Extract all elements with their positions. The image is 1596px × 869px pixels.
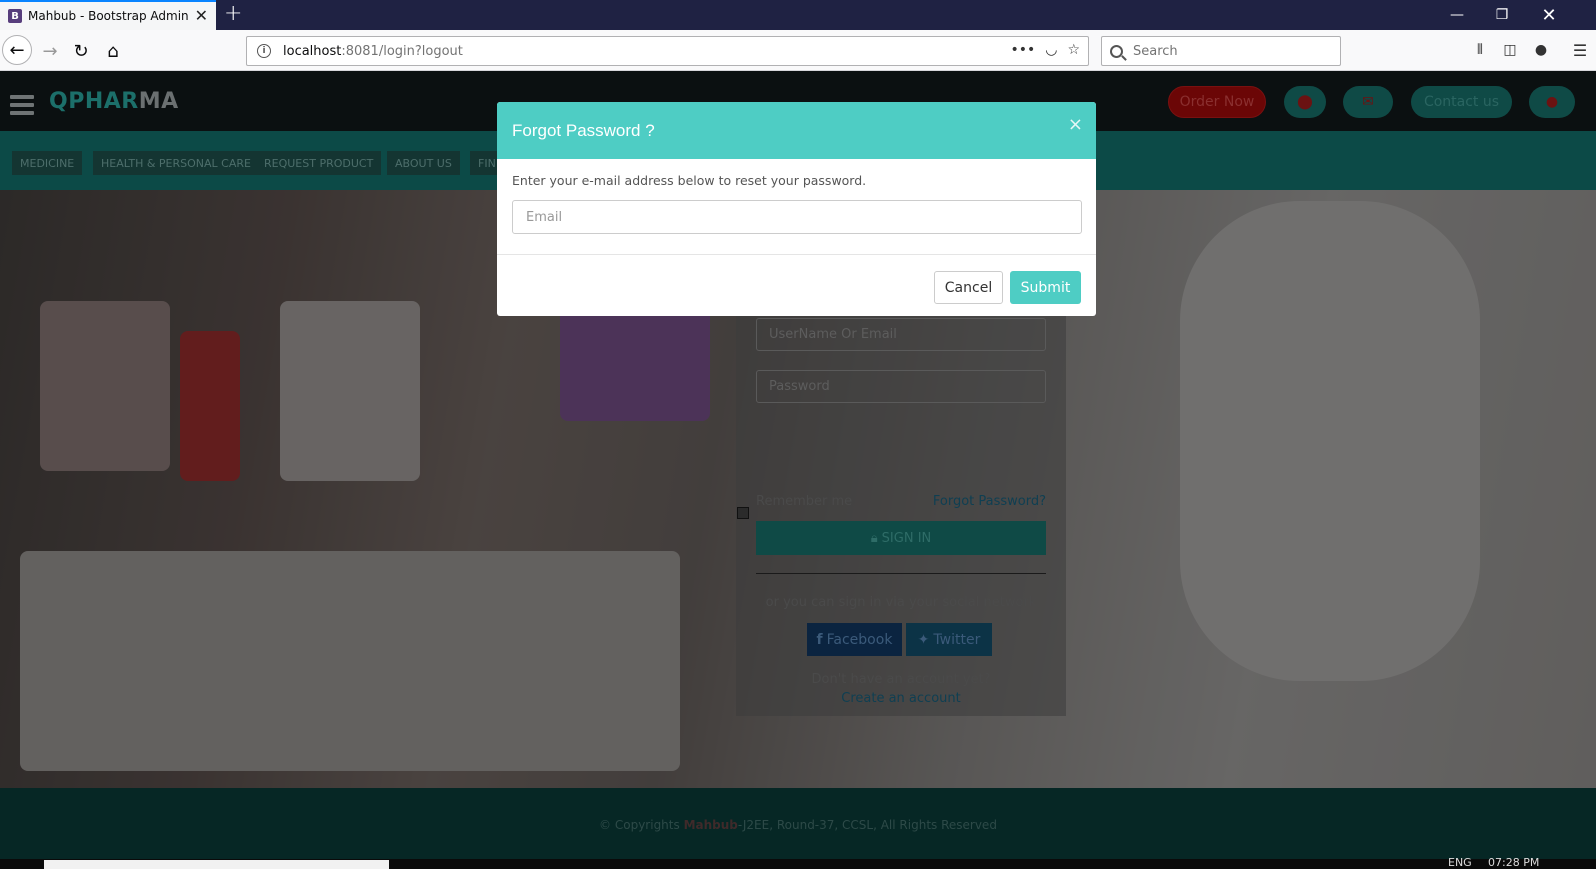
contact-us-button[interactable]: Contact us [1411,86,1512,118]
logo-part-2: MA [138,89,179,114]
close-icon[interactable]: × [1068,116,1083,134]
tab-title: Mahbub - Bootstrap Admin Template [28,9,190,23]
logo-part-1: QPHAR [49,89,139,114]
url-text[interactable]: localhost:8081/login?logout [283,44,463,59]
browser-navbar: ← → ↻ ⌂ i localhost:8081/login?logout ••… [0,30,1596,71]
url-path: :8081/login?logout [341,43,463,59]
footer-copyright: © Copyrights Mahbub-J2EE, Round-37, CCSL… [0,818,1596,832]
cancel-button[interactable]: Cancel [934,271,1003,304]
modal-footer: Cancel Submit [497,255,1096,316]
no-account-text: Don't have an account yet? [811,672,991,687]
footer-suffix: -J2EE, Round-37, CCSL, All Rights Reserv… [737,818,997,832]
footer-author: Mahbub [683,818,738,832]
reload-icon[interactable]: ↻ [67,37,95,65]
menu-icon[interactable]: ☰ [1569,40,1591,60]
forgot-password-modal: Forgot Password ? × Enter your e-mail ad… [497,102,1096,316]
taskbar-search-box[interactable] [44,860,389,869]
username-field[interactable]: UserName Or Email [756,318,1046,351]
search-icon [1110,44,1123,58]
os-taskbar: ENG 07:28 PM [0,856,1596,869]
remember-me-label: Remember me [756,494,853,509]
remember-me-checkbox[interactable] [737,507,749,519]
modal-message: Enter your e-mail address below to reset… [512,173,867,188]
modal-title: Forgot Password ? [512,120,655,140]
location-pin-icon[interactable]: ⬤ [1284,86,1326,118]
footer-prefix: © Copyrights [599,818,684,832]
menu-item-about-us[interactable]: ABOUT US [387,151,460,175]
site-footer: © Copyrights Mahbub-J2EE, Round-37, CCSL… [0,788,1596,859]
menu-item-health-personal-care[interactable]: HEALTH & PERSONAL CARE [93,151,259,175]
facebook-icon: f [816,631,823,648]
pocket-icon[interactable]: ◡ [1045,42,1057,58]
url-bar[interactable]: i localhost:8081/login?logout ••• ◡ ☆ [246,36,1089,66]
modal-header: Forgot Password ? × [497,102,1096,159]
url-actions: ••• ◡ ☆ [1010,42,1080,58]
hamburger-menu-icon[interactable] [10,95,34,119]
bootstrap-favicon-icon: B [8,9,22,23]
site-logo[interactable]: QPHARMA [49,89,179,114]
restore-icon[interactable]: ❐ [1480,0,1524,30]
email-field[interactable]: Email [512,200,1082,234]
submit-button[interactable]: Submit [1010,271,1081,304]
create-account-link[interactable]: Create an account [736,691,1066,706]
minimize-icon[interactable]: — [1435,0,1479,30]
forgot-password-link[interactable]: Forgot Password? [933,494,1046,509]
account-icon[interactable]: ● [1530,40,1552,60]
back-icon[interactable]: ← [2,35,32,65]
language-indicator[interactable]: ENG [1448,856,1472,869]
window-close-icon[interactable]: ✕ [1527,0,1571,30]
info-icon[interactable]: i [257,44,271,58]
twitter-icon: ✦ [917,631,930,648]
facebook-label: Facebook [826,631,893,648]
search-placeholder: Search [1133,43,1178,59]
library-icon[interactable]: ⫴ [1469,40,1491,60]
more-icon[interactable]: ••• [1010,42,1035,58]
sign-in-button[interactable]: 🔒︎ SIGN IN [756,521,1046,555]
menu-item-medicine[interactable]: MEDICINE [12,151,83,175]
twitter-label: Twitter [933,631,981,648]
menu-item-request-product[interactable]: REQUEST PRODUCT [256,151,382,175]
forward-icon[interactable]: → [36,37,64,65]
envelope-icon[interactable]: ✉ [1343,86,1393,118]
browser-tabbar: B Mahbub - Bootstrap Admin Template ✕ + … [0,0,1596,30]
search-bar[interactable]: Search [1101,36,1341,66]
user-icon[interactable]: ● [1529,86,1575,118]
sidebar-icon[interactable]: ◫ [1499,40,1521,60]
order-now-button[interactable]: Order Now [1168,86,1266,118]
tab-close-icon[interactable]: ✕ [195,8,208,24]
twitter-button[interactable]: ✦ Twitter [906,623,992,656]
facebook-button[interactable]: f Facebook [807,623,902,656]
home-icon[interactable]: ⌂ [99,37,127,65]
social-text: or you can sign in via your social netwo… [765,595,1037,610]
lock-icon: 🔒︎ [870,530,878,546]
new-tab-icon[interactable]: + [224,2,242,26]
clock[interactable]: 07:28 PM [1488,856,1539,869]
browser-tab[interactable]: B Mahbub - Bootstrap Admin Template ✕ [0,0,216,30]
sign-in-label: SIGN IN [881,530,932,546]
star-icon[interactable]: ☆ [1067,42,1080,58]
modal-body: Enter your e-mail address below to reset… [497,159,1096,255]
password-field[interactable]: Password [756,370,1046,403]
divider [756,573,1046,574]
url-host: localhost [283,43,342,59]
login-panel: UserName Or Email Password Remember me F… [736,261,1066,716]
